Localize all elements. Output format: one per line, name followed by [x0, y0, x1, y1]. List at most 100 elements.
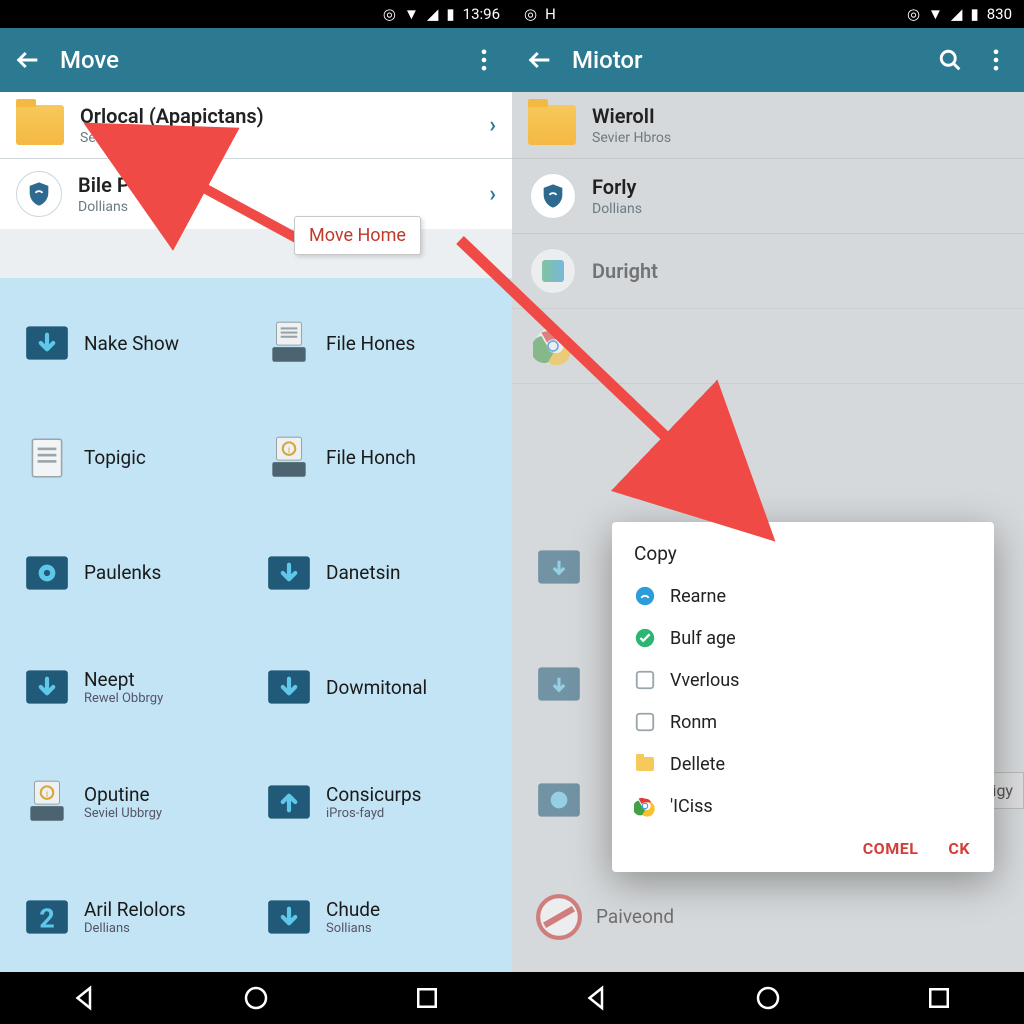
- grid-item[interactable]: i OputineSeviel Ubbrgy: [18, 747, 252, 858]
- search-icon[interactable]: [936, 46, 964, 74]
- checkbox-icon: [634, 711, 656, 733]
- grid-item-sub: iPros-fayd: [326, 806, 490, 821]
- grid-item[interactable]: Danetsin: [260, 517, 494, 628]
- shield-icon: [16, 171, 62, 217]
- grid-item-title: Aril Relolors: [84, 898, 248, 921]
- grid-item[interactable]: ConsicurpsiPros-fayd: [260, 747, 494, 858]
- back-icon[interactable]: [14, 46, 42, 74]
- grid-item-title: Danetsin: [326, 561, 490, 584]
- grid-item-title: Paulenks: [84, 561, 248, 584]
- dl-folder-icon: [264, 892, 314, 942]
- grid-item[interactable]: Nake Show: [18, 288, 252, 399]
- grid-item[interactable]: Paulenks: [18, 517, 252, 628]
- dialog-item[interactable]: Rearne: [612, 575, 994, 617]
- content-left: Orlocal (Apapictans) Seviel Surge › Bile…: [0, 92, 512, 972]
- green-check-icon: [634, 627, 656, 649]
- grid-item-title: Topigic: [84, 446, 248, 469]
- status-bar-left: ◎ ▼ ◢ ▮ 13:96: [0, 0, 512, 28]
- row-title: WierolI: [592, 104, 1008, 128]
- grid-item-sub: Rewel Obbrgy: [84, 691, 248, 706]
- row-sub: Dollians: [78, 199, 473, 215]
- grid-item-title: Oputine: [84, 783, 248, 806]
- battery-icon: ▮: [970, 5, 978, 23]
- dialog-item[interactable]: 'ICiss: [612, 785, 994, 827]
- chrome-icon: [634, 795, 656, 817]
- grid-item[interactable]: Dowmitonal: [260, 632, 494, 743]
- grid-item-sub: Seviel Ubbrgy: [84, 806, 248, 821]
- checkbox-icon: [634, 669, 656, 691]
- dialog-item-label: Vverlous: [670, 670, 739, 691]
- grid-item[interactable]: i File Honch: [260, 403, 494, 514]
- grid-item[interactable]: Topigic: [18, 403, 252, 514]
- app-row-forly[interactable]: Forly Dollians: [512, 159, 1024, 234]
- bg-item: Paiveond: [530, 862, 765, 973]
- app-row-duright[interactable]: Duright: [512, 234, 1024, 309]
- app-row-chrome[interactable]: [512, 309, 1024, 384]
- overflow-icon[interactable]: [982, 46, 1010, 74]
- dl-folder-icon: [264, 548, 314, 598]
- shield-icon: [530, 173, 576, 219]
- context-dialog: Copy Rearne Bulf age Vverlous Ronm Dellete 'I…: [612, 522, 994, 872]
- num2-icon: 2: [22, 892, 72, 942]
- folder-row-wieroll[interactable]: WierolI Sevier Hbros: [512, 92, 1024, 159]
- chevron-right-icon: ›: [489, 182, 496, 207]
- wifi-icon: ▼: [928, 5, 943, 23]
- nav-back-icon[interactable]: [582, 983, 612, 1013]
- nav-bar: [0, 972, 512, 1024]
- nav-back-icon[interactable]: [70, 983, 100, 1013]
- nav-home-icon[interactable]: [241, 983, 271, 1013]
- folder-icon: [16, 105, 64, 145]
- app-icon: [530, 248, 576, 294]
- dl-folder-icon: [22, 662, 72, 712]
- svg-text:i: i: [46, 789, 48, 800]
- nfc-icon: ◎: [907, 5, 920, 23]
- grid-item-title: Chude: [326, 898, 490, 921]
- row-sub: Seviel Surge: [80, 130, 473, 146]
- back-icon[interactable]: [526, 46, 554, 74]
- dialog-cancel-button[interactable]: COMEL: [863, 839, 919, 858]
- svg-text:i: i: [288, 445, 290, 456]
- clock: 13:96: [463, 5, 500, 23]
- target-folder-icon: [22, 548, 72, 598]
- row-sub: Sevier Hbros: [592, 130, 1008, 146]
- nav-home-icon[interactable]: [753, 983, 783, 1013]
- grid-item[interactable]: 2Aril RelolorsDellians: [18, 861, 252, 972]
- overflow-icon[interactable]: [470, 46, 498, 74]
- doc-machine2-icon: i: [264, 433, 314, 483]
- file-grid[interactable]: Nake Show File Hones Topigic i File Honch Pau…: [0, 278, 512, 972]
- signal-icon: ◢: [951, 5, 963, 23]
- dialog-item-label: 'ICiss: [670, 796, 713, 817]
- row-title: Forly: [592, 175, 1006, 199]
- up-folder-icon: [264, 777, 314, 827]
- grid-item[interactable]: NeeptRewel Obbrgy: [18, 632, 252, 743]
- wifi-icon: ▼: [404, 5, 419, 23]
- clock: 830: [987, 5, 1012, 23]
- dialog-ok-button[interactable]: CK: [948, 839, 970, 858]
- app-title: Miotor: [572, 46, 918, 74]
- dialog-item[interactable]: Dellete: [612, 743, 994, 785]
- grid-item-title: Nake Show: [84, 332, 248, 355]
- h-icon: H: [545, 5, 556, 23]
- dialog-item[interactable]: Bulf age: [612, 617, 994, 659]
- app-row-bilepovis[interactable]: Bile Povis Dollians ›: [0, 159, 512, 229]
- doc-machine2-icon: i: [22, 777, 72, 827]
- grid-item-title: Neept: [84, 668, 248, 691]
- dialog-title: Copy: [612, 540, 994, 575]
- nav-recent-icon[interactable]: [924, 983, 954, 1013]
- content-right: WierolI Sevier Hbros Forly Dollians Duri…: [512, 92, 1024, 972]
- battery-icon: ▮: [446, 5, 454, 23]
- app-title: Move: [60, 46, 452, 74]
- grid-item-title: File Hones: [326, 332, 490, 355]
- grid-item[interactable]: ChudeSollians: [260, 861, 494, 972]
- grid-item-title: File Honch: [326, 446, 490, 469]
- dialog-item[interactable]: Ronm: [612, 701, 994, 743]
- nav-recent-icon[interactable]: [412, 983, 442, 1013]
- grid-item-title: Consicurps: [326, 783, 490, 806]
- dialog-item-label: Rearne: [670, 586, 726, 607]
- dialog-item-label: Ronm: [670, 712, 717, 733]
- grid-item[interactable]: File Hones: [260, 288, 494, 399]
- grid-item-title: Dowmitonal: [326, 676, 490, 699]
- app-bar-left: Move: [0, 28, 512, 92]
- folder-row-orlocal[interactable]: Orlocal (Apapictans) Seviel Surge ›: [0, 92, 512, 159]
- dialog-item[interactable]: Vverlous: [612, 659, 994, 701]
